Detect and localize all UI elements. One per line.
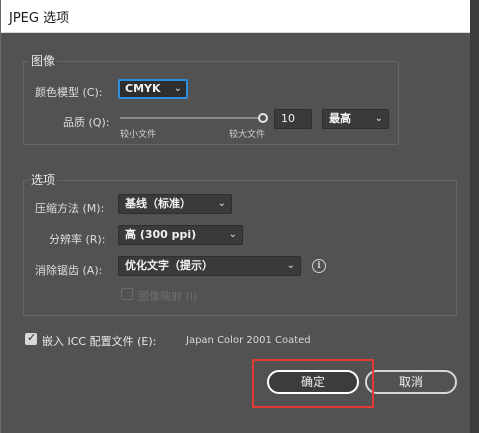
icc-checkbox[interactable] — [25, 331, 37, 345]
image-group-title: 图像 — [29, 52, 58, 69]
icc-label: 嵌入 ICC 配置文件 (E): — [42, 335, 157, 348]
compression-value: 基线（标准） — [125, 197, 191, 210]
resolution-select[interactable]: 高 (300 ppi) ⌄ — [118, 225, 243, 245]
cancel-button[interactable]: 取消 — [365, 370, 457, 394]
chevron-down-icon: ⌄ — [286, 260, 295, 271]
jpeg-options-dialog: JPEG 选项 图像 颜色模型 (C): CMYK ⌄ 品质 (Q): 10 最… — [0, 0, 471, 433]
quality-preset-value: 最高 — [329, 112, 351, 125]
highlight-box — [252, 359, 374, 408]
quality-input-value: 10 — [281, 112, 295, 125]
chevron-down-icon: ⌄ — [217, 198, 226, 209]
chevron-down-icon: ⌄ — [228, 229, 237, 240]
compression-select[interactable]: 基线（标准） ⌄ — [118, 194, 232, 214]
resolution-label: 分辨率 (R): — [49, 233, 106, 246]
quality-label: 品质 (Q): — [63, 116, 110, 129]
resolution-value: 高 (300 ppi) — [125, 228, 197, 241]
chevron-down-icon: ⌄ — [173, 83, 182, 94]
window-edge — [470, 0, 479, 433]
compression-label: 压缩方法 (M): — [35, 202, 105, 215]
title-bar: JPEG 选项 — [1, 0, 471, 33]
color-model-select[interactable]: CMYK ⌄ — [118, 79, 188, 99]
image-group — [23, 61, 399, 145]
cancel-button-label: 取消 — [398, 375, 423, 389]
icc-profile-name: Japan Color 2001 Coated — [186, 335, 311, 346]
color-model-value: CMYK — [125, 82, 161, 95]
quality-slider-track[interactable] — [120, 117, 263, 119]
dialog-title: JPEG 选项 — [9, 11, 70, 26]
options-group-title: 选项 — [29, 171, 58, 188]
quality-input[interactable]: 10 — [274, 109, 312, 129]
antialias-value: 优化文字（提示） — [125, 259, 213, 272]
imagemap-checkbox[interactable] — [121, 288, 133, 300]
imagemap-label: 图像映射 (I) — [138, 290, 198, 303]
antialias-select[interactable]: 优化文字（提示） ⌄ — [118, 256, 301, 276]
chevron-down-icon: ⌄ — [374, 113, 383, 124]
antialias-label: 消除锯齿 (A): — [35, 264, 103, 277]
quality-slider-thumb[interactable] — [258, 113, 268, 123]
color-model-label: 颜色模型 (C): — [35, 86, 103, 99]
quality-preset-select[interactable]: 最高 ⌄ — [322, 109, 389, 129]
quality-small-label: 较小文件 — [120, 130, 157, 140]
quality-large-label: 较大文件 — [229, 130, 266, 140]
info-icon[interactable]: i — [312, 259, 326, 273]
